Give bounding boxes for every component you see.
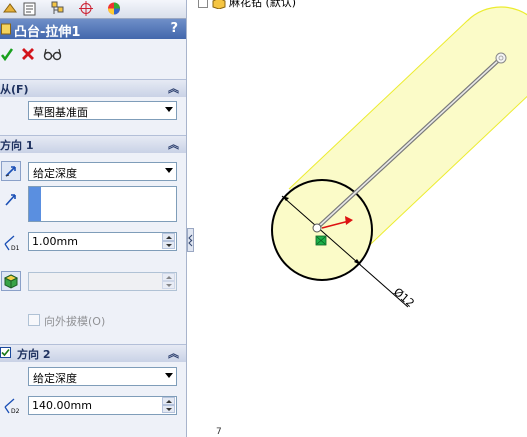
direction-vector-selection-box[interactable] [28,186,177,222]
triad-label: 7 [216,427,222,437]
cancel-button[interactable] [21,47,35,64]
draft-cube-icon [3,274,19,289]
direction2-section-title: 方向 2 [17,348,51,361]
collapse-chevron-icon[interactable]: ︽ [168,80,179,96]
property-manager-panel: 凸台-拉伸1 ? 从(F) ︽ 草图基准面 方向 1 ︽ 给定深度 D1 1.0… [0,0,187,437]
draft-outward-label: 向外拔模(O) [44,315,106,328]
checkmark-icon [1,348,10,357]
collapse-panel-handle[interactable] [187,228,194,252]
from-section-header[interactable]: 从(F) ︽ [0,79,186,98]
manager-tab-bar [0,0,186,19]
reverse-direction-icon [5,166,16,177]
display-manager-tab-icon[interactable] [106,1,122,16]
direction1-section-header[interactable]: 方向 1 ︽ [0,135,186,154]
direction-vector-icon [3,191,19,210]
direction2-depth-input[interactable]: 140.00mm [28,396,177,415]
spin-down-button[interactable] [162,281,175,289]
from-section-body: 草图基准面 [0,97,186,133]
collapse-chevron-icon[interactable]: ︽ [168,136,179,152]
reverse-direction-button[interactable] [1,161,21,181]
spin-down-button[interactable] [162,405,175,413]
svg-text:D1: D1 [11,245,20,252]
checkmark-icon [1,48,14,62]
ok-button[interactable] [0,47,14,64]
cross-icon [22,48,34,60]
direction1-section-body: 给定深度 D1 1.00mm 向外拔模(O) [0,153,186,337]
dropdown-arrow-icon [165,168,173,173]
spin-down-button[interactable] [162,241,175,249]
diameter-dimension-label[interactable]: Ø12 [391,285,417,310]
selection-active-bar [29,187,41,221]
direction2-end-condition-value: 给定深度 [33,372,77,385]
sketch-origin-point [312,223,322,233]
from-start-condition-select[interactable]: 草图基准面 [28,101,177,120]
glasses-icon [43,48,62,61]
depth-dimension-icon: D2 [2,395,24,418]
graphics-viewport[interactable]: Ø12 [196,0,527,437]
property-manager-tab-icon[interactable] [22,1,38,16]
direction2-enable-checkbox[interactable] [0,347,11,358]
panel-splitter[interactable] [187,0,195,437]
direction1-depth-value: 1.00mm [32,235,78,248]
action-buttons [0,41,186,69]
draft-toggle-button[interactable] [1,271,21,291]
direction1-end-condition-value: 给定深度 [33,167,77,180]
depth-dimension-icon: D1 [2,232,24,255]
direction2-section-header[interactable]: 方向 2 ︽ [0,344,186,363]
boss-extrude-icon [1,23,11,39]
from-start-condition-value: 草图基准面 [33,106,88,119]
svg-text:D2: D2 [11,408,20,415]
spin-up-button[interactable] [162,233,175,241]
spin-up-button[interactable] [162,273,175,281]
draft-angle-input[interactable] [28,272,177,291]
collapse-chevron-icon[interactable]: ︽ [168,345,179,361]
spin-up-button[interactable] [162,397,175,405]
feature-title-bar: 凸台-拉伸1 ? [0,19,186,40]
direction2-depth-value: 140.00mm [32,399,92,412]
feature-title: 凸台-拉伸1 [14,25,81,40]
draft-outward-checkbox[interactable] [28,314,40,326]
detailed-preview-button[interactable] [42,47,64,64]
help-button[interactable]: ? [170,21,178,36]
feature-manager-tab-icon[interactable] [2,1,18,16]
direction2-section-body: 给定深度 D2 140.00mm [0,362,186,437]
from-section-title: 从(F) [0,83,29,96]
dropdown-arrow-icon [165,373,173,378]
direction1-section-title: 方向 1 [0,139,34,152]
dimxpert-manager-tab-icon[interactable] [78,1,94,16]
drag-handle-end[interactable] [495,52,507,64]
direction2-end-condition-select[interactable]: 给定深度 [28,367,177,386]
direction1-depth-input[interactable]: 1.00mm [28,232,177,251]
chevron-left-icon [188,234,193,247]
dropdown-arrow-icon [165,107,173,112]
configuration-manager-tab-icon[interactable] [50,1,66,16]
direction1-end-condition-select[interactable]: 给定深度 [28,162,177,181]
cylinder-near-cap [271,179,373,281]
